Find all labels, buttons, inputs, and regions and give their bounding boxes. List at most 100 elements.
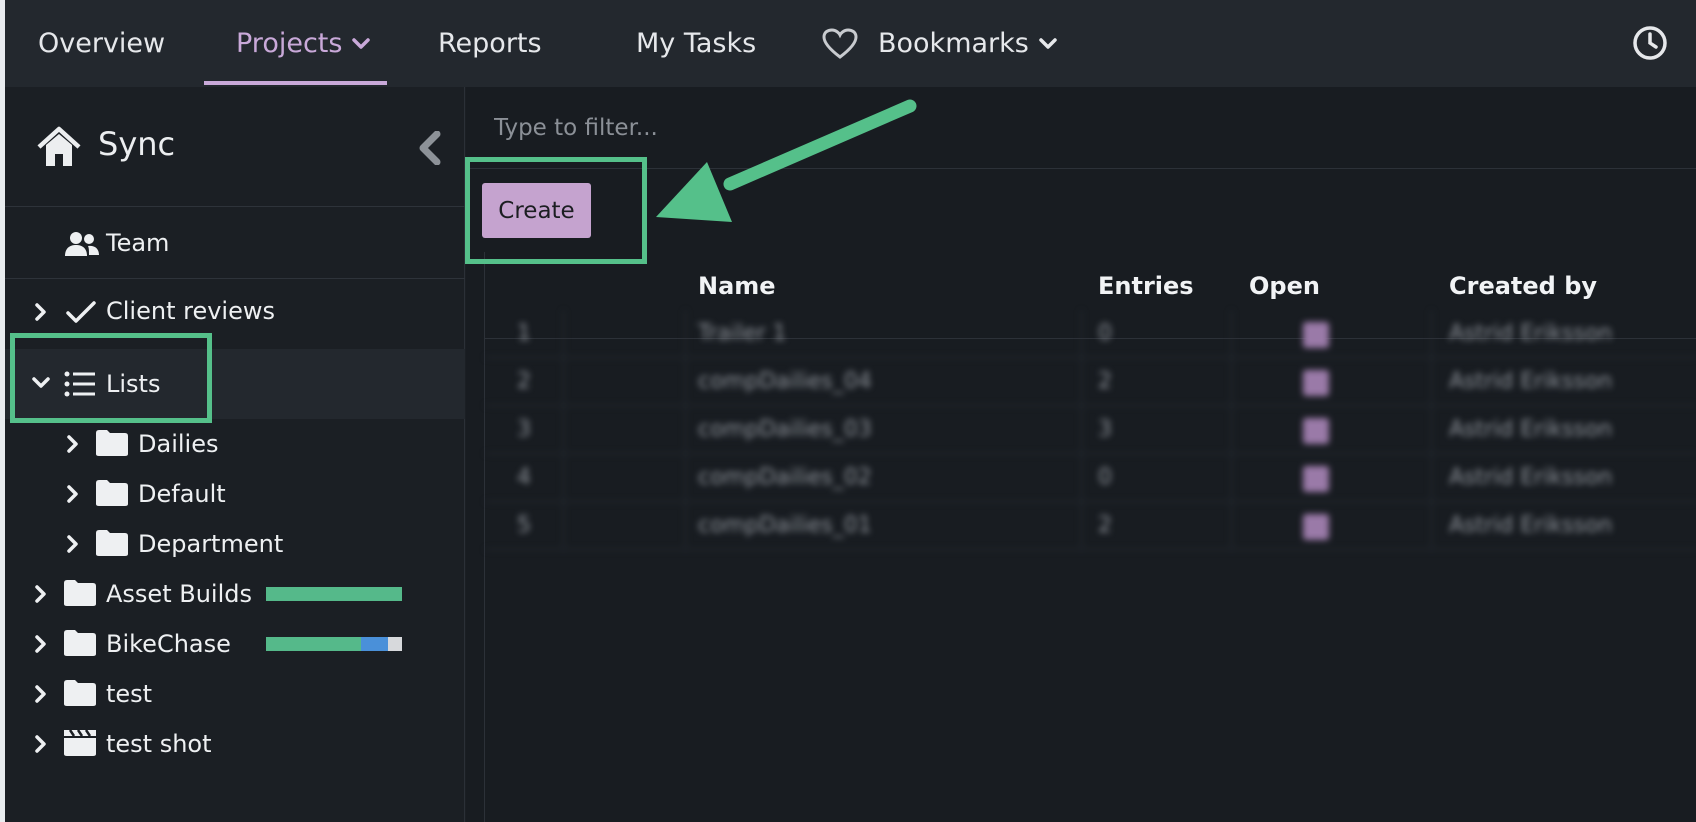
- table-row[interactable]: 5 compDailies_01 2 Astrid Eriksson: [485, 502, 1696, 550]
- nav-reports-label: Reports: [438, 28, 542, 59]
- folder-icon: [64, 630, 96, 656]
- active-tab-indicator: [204, 81, 387, 85]
- row-name: Trailer 1: [698, 321, 787, 346]
- checkmark-icon: [66, 301, 96, 323]
- nav-projects[interactable]: Projects: [236, 0, 371, 87]
- row-name: compDailies_02: [698, 465, 872, 490]
- table-row[interactable]: 3 compDailies_03 3 Astrid Eriksson: [485, 406, 1696, 454]
- sidebar-item-label: Team: [106, 228, 170, 257]
- open-checkbox[interactable]: [1303, 466, 1329, 492]
- open-checkbox[interactable]: [1303, 418, 1329, 444]
- sidebar-item-label: Default: [138, 480, 226, 508]
- row-entries: 3: [1098, 417, 1112, 442]
- table-row[interactable]: 2 compDailies_04 2 Astrid Eriksson: [485, 358, 1696, 406]
- chevron-down-icon: [352, 37, 371, 49]
- chevron-down-icon: [1039, 37, 1057, 49]
- chevron-right-icon[interactable]: [34, 734, 48, 754]
- sidebar-item-test-shot[interactable]: test shot: [5, 719, 465, 769]
- sidebar-item-dailies[interactable]: Dailies: [5, 419, 465, 469]
- row-name: compDailies_03: [698, 417, 872, 442]
- progress-segment: [361, 637, 389, 651]
- table-row[interactable]: 4 compDailies_02 0 Astrid Eriksson: [485, 454, 1696, 502]
- row-number: 4: [517, 465, 531, 490]
- filter-bar: [466, 87, 1696, 169]
- home-icon: [37, 126, 81, 166]
- sidebar-item-department[interactable]: Department: [5, 519, 465, 569]
- sidebar-item-test[interactable]: test: [5, 669, 465, 719]
- row-created-by: Astrid Eriksson: [1449, 369, 1613, 394]
- main-panel: Create Name Entries Open Created by 1 Tr…: [466, 87, 1696, 822]
- folder-icon: [96, 480, 128, 506]
- nav-overview[interactable]: Overview: [38, 0, 165, 87]
- row-number: 1: [517, 321, 531, 346]
- sidebar-item-bikechase[interactable]: BikeChase: [5, 619, 465, 669]
- row-entries: 2: [1098, 369, 1112, 394]
- nav-reports[interactable]: Reports: [438, 0, 542, 87]
- sidebar-item-label: Asset Builds: [106, 580, 252, 608]
- sidebar-header: Sync: [5, 87, 465, 207]
- row-created-by: Astrid Eriksson: [1449, 321, 1613, 346]
- row-name: compDailies_01: [698, 513, 872, 538]
- nav-bookmarks[interactable]: Bookmarks: [822, 0, 1057, 87]
- chevron-right-icon[interactable]: [34, 302, 48, 322]
- chevron-right-icon[interactable]: [66, 434, 80, 454]
- filter-input[interactable]: [494, 109, 1294, 147]
- sidebar-item-label: BikeChase: [106, 630, 231, 658]
- row-number: 2: [517, 369, 531, 394]
- collapse-chevron-left-icon[interactable]: [417, 131, 443, 165]
- top-navigation: Overview Projects Reports My Tasks Bookm…: [5, 0, 1696, 87]
- folder-icon: [96, 530, 128, 556]
- row-entries: 0: [1098, 465, 1112, 490]
- open-checkbox[interactable]: [1303, 514, 1329, 540]
- sidebar-item-label: test: [106, 680, 153, 708]
- row-created-by: Astrid Eriksson: [1449, 465, 1613, 490]
- team-icon: [65, 232, 99, 256]
- folder-icon: [64, 680, 96, 706]
- progress-segment: [266, 637, 362, 651]
- list-icon: [64, 371, 95, 397]
- chevron-right-icon[interactable]: [34, 584, 48, 604]
- open-checkbox[interactable]: [1303, 322, 1329, 348]
- sidebar-item-client-reviews[interactable]: Client reviews: [5, 280, 465, 342]
- sidebar-item-lists[interactable]: Lists: [5, 349, 465, 419]
- row-name: compDailies_04: [698, 369, 872, 394]
- sidebar-item-label: Lists: [106, 370, 161, 398]
- nav-projects-label: Projects: [236, 28, 343, 59]
- chevron-right-icon[interactable]: [66, 534, 80, 554]
- sidebar-item-asset-builds[interactable]: Asset Builds: [5, 569, 465, 619]
- row-created-by: Astrid Eriksson: [1449, 417, 1613, 442]
- column-header-entries[interactable]: Entries: [1098, 272, 1194, 300]
- chevron-right-icon[interactable]: [34, 684, 48, 704]
- chevron-down-icon[interactable]: [31, 376, 51, 390]
- sidebar-item-label: Dailies: [138, 430, 219, 458]
- create-button[interactable]: Create: [482, 183, 591, 238]
- nav-my-tasks-label: My Tasks: [636, 28, 757, 59]
- nav-bookmarks-label: Bookmarks: [878, 28, 1029, 59]
- chevron-right-icon[interactable]: [66, 484, 80, 504]
- sidebar-title: Sync: [98, 125, 176, 163]
- sidebar: Sync Team Client reviews Lists Dailies D…: [5, 87, 465, 822]
- sidebar-item-default[interactable]: Default: [5, 469, 465, 519]
- sidebar-item-label: test shot: [106, 730, 212, 758]
- table-row[interactable]: 1 Trailer 1 0 Astrid Eriksson: [485, 310, 1696, 358]
- progress-bar: [266, 587, 402, 601]
- column-header-open[interactable]: Open: [1249, 272, 1320, 300]
- row-number: 5: [517, 513, 531, 538]
- chevron-right-icon[interactable]: [34, 634, 48, 654]
- nav-overview-label: Overview: [38, 28, 166, 59]
- open-checkbox[interactable]: [1303, 370, 1329, 396]
- row-number: 3: [517, 417, 531, 442]
- column-header-created-by[interactable]: Created by: [1449, 272, 1597, 300]
- progress-segment: [388, 637, 402, 651]
- sidebar-item-team[interactable]: Team: [5, 207, 465, 279]
- column-header-name[interactable]: Name: [698, 272, 776, 300]
- clock-icon[interactable]: [1631, 24, 1669, 62]
- progress-segment: [266, 587, 402, 601]
- heart-icon: [822, 27, 858, 59]
- folder-icon: [96, 430, 128, 456]
- table-body: 1 Trailer 1 0 Astrid Eriksson 2 compDail…: [485, 310, 1696, 550]
- progress-bar: [266, 637, 402, 651]
- folder-icon: [64, 580, 96, 606]
- row-entries: 0: [1098, 321, 1112, 346]
- nav-my-tasks[interactable]: My Tasks: [636, 0, 756, 87]
